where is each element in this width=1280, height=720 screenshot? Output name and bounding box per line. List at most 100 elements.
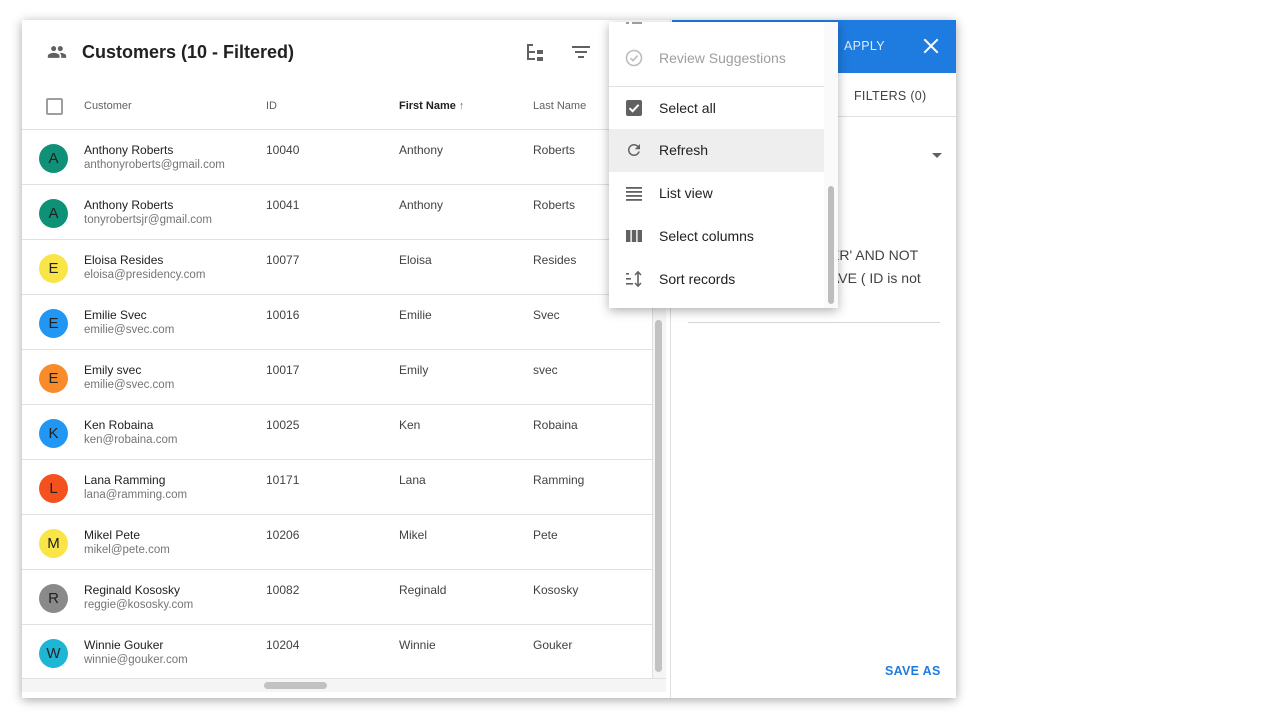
table-header: Customer ID First Name ↑ Last Name [22, 84, 666, 130]
last-name: Svec [533, 308, 560, 322]
close-icon[interactable] [922, 37, 940, 55]
menu-item-sort-records[interactable]: Sort records [609, 258, 824, 301]
table-row[interactable]: E Eloisa Resides eloisa@presidency.com 1… [22, 240, 652, 295]
save-as-button[interactable]: SAVE AS [885, 664, 941, 678]
first-name: Lana [399, 473, 426, 487]
sort-icon [626, 270, 642, 288]
column-header-customer[interactable]: Customer [84, 100, 132, 112]
last-name: Kososky [533, 583, 579, 597]
query-field-underline [688, 322, 940, 323]
table-row[interactable]: R Reginald Kososky reggie@kososky.com 10… [22, 570, 652, 625]
apply-button[interactable]: APPLY [844, 39, 885, 53]
app-window: Customers (10 - Filtered) Customer ID Fi… [22, 20, 956, 698]
customer-email: anthonyroberts@gmail.com [84, 159, 225, 171]
table-row[interactable]: E Emily svec emilie@svec.com 10017 Emily… [22, 350, 652, 405]
table-row[interactable]: K Ken Robaina ken@robaina.com 10025 Ken … [22, 405, 652, 460]
menu-scrollbar-thumb[interactable] [828, 186, 834, 304]
customer-id: 10206 [266, 528, 300, 542]
customer-id: 10040 [266, 143, 300, 157]
first-name: Winnie [399, 638, 436, 652]
menu-item-select-columns[interactable]: Select columns [609, 215, 824, 258]
last-name: svec [533, 363, 558, 377]
last-name: Roberts [533, 198, 576, 212]
menu-item-select-all[interactable]: Select all [609, 87, 824, 130]
customer-name: Eloisa Resides [84, 253, 164, 267]
menu-item-refresh[interactable]: Refresh [609, 129, 824, 172]
customer-id: 10077 [266, 253, 300, 267]
column-header-first-name[interactable]: First Name ↑ [399, 100, 464, 112]
first-name: Emilie [399, 308, 432, 322]
customer-email: winnie@gouker.com [84, 654, 188, 666]
menu-item-list-view[interactable]: List view [609, 172, 824, 215]
avatar: E [39, 364, 68, 393]
avatar: E [39, 254, 68, 283]
customer-rows: A Anthony Roberts anthonyroberts@gmail.c… [22, 130, 652, 680]
customer-id: 10017 [266, 363, 300, 377]
check-circle-icon [625, 49, 643, 67]
table-row[interactable]: A Anthony Roberts tonyrobertsjr@gmail.co… [22, 185, 652, 240]
avatar: L [39, 474, 68, 503]
horizontal-scrollbar-thumb[interactable] [264, 682, 327, 689]
avatar: A [39, 199, 68, 228]
customer-name: Emily svec [84, 363, 142, 377]
menu-item-label: Select all [659, 100, 716, 116]
avatar: W [39, 639, 68, 668]
table-row[interactable]: L Lana Ramming lana@ramming.com 10171 La… [22, 460, 652, 515]
table-row[interactable]: E Emilie Svec emilie@svec.com 10016 Emil… [22, 295, 652, 350]
customer-list-panel: Customers (10 - Filtered) Customer ID Fi… [22, 20, 666, 692]
column-header-id[interactable]: ID [266, 100, 277, 112]
filter-query-text: ER' AND NOT AVE ( ID is not [830, 244, 950, 290]
page-title: Customers (10 - Filtered) [82, 42, 295, 62]
chevron-down-icon[interactable] [932, 153, 942, 158]
last-name: Pete [533, 528, 558, 542]
vertical-scrollbar-thumb[interactable] [655, 320, 662, 672]
table-row[interactable]: A Anthony Roberts anthonyroberts@gmail.c… [22, 130, 652, 185]
list-header: Customers (10 - Filtered) [22, 20, 666, 84]
tab-filters[interactable]: FILTERS (0) [854, 89, 927, 103]
columns-icon [626, 230, 642, 242]
filter-query-line-1: ER' AND NOT [830, 247, 919, 263]
first-name: Anthony [399, 143, 444, 157]
menu-item-label: Review Suggestions [659, 50, 786, 66]
table-row[interactable]: M Mikel Pete mikel@pete.com 10206 Mikel … [22, 515, 652, 570]
column-header-last-name[interactable]: Last Name [533, 100, 586, 112]
customer-id: 10204 [266, 638, 300, 652]
first-name: Emily [399, 363, 429, 377]
horizontal-scrollbar[interactable] [22, 678, 666, 692]
menu-item-label: List view [659, 185, 713, 201]
customer-id: 10082 [266, 583, 300, 597]
menu-item-label: Sort records [659, 271, 736, 287]
sort-ascending-icon: ↑ [458, 100, 465, 112]
customer-name: Lana Ramming [84, 473, 166, 487]
checkbox-checked-icon [626, 100, 642, 116]
customer-name: Ken Robaina [84, 418, 154, 432]
last-name: Robaina [533, 418, 578, 432]
avatar: A [39, 144, 68, 173]
filter-icon[interactable] [570, 42, 592, 62]
menu-item-review-suggestions: Review Suggestions [609, 37, 824, 80]
customer-name: Anthony Roberts [84, 198, 174, 212]
last-name: Gouker [533, 638, 573, 652]
avatar: R [39, 584, 68, 613]
select-all-checkbox[interactable] [46, 98, 63, 115]
menu-item-label: Refresh [659, 142, 709, 158]
column-header-first-name-label: First Name [399, 100, 456, 112]
customer-email: tonyrobertsjr@gmail.com [84, 214, 212, 226]
menu-item-label: Select columns [659, 228, 754, 244]
actions-menu: Review Suggestions Select all Refresh Li… [609, 22, 838, 308]
avatar: K [39, 419, 68, 448]
customer-id: 10025 [266, 418, 300, 432]
first-name: Mikel [399, 528, 428, 542]
table-row[interactable]: W Winnie Gouker winnie@gouker.com 10204 … [22, 625, 652, 680]
customer-name: Mikel Pete [84, 528, 141, 542]
last-name: Ramming [533, 473, 585, 487]
first-name: Anthony [399, 198, 444, 212]
people-icon [47, 46, 67, 58]
first-name: Reginald [399, 583, 447, 597]
customer-email: reggie@kososky.com [84, 599, 194, 611]
customer-name: Anthony Roberts [84, 143, 174, 157]
customer-name: Emilie Svec [84, 308, 147, 322]
tree-view-icon[interactable] [525, 42, 545, 62]
customer-email: emilie@svec.com [84, 379, 175, 391]
customer-id: 10016 [266, 308, 300, 322]
